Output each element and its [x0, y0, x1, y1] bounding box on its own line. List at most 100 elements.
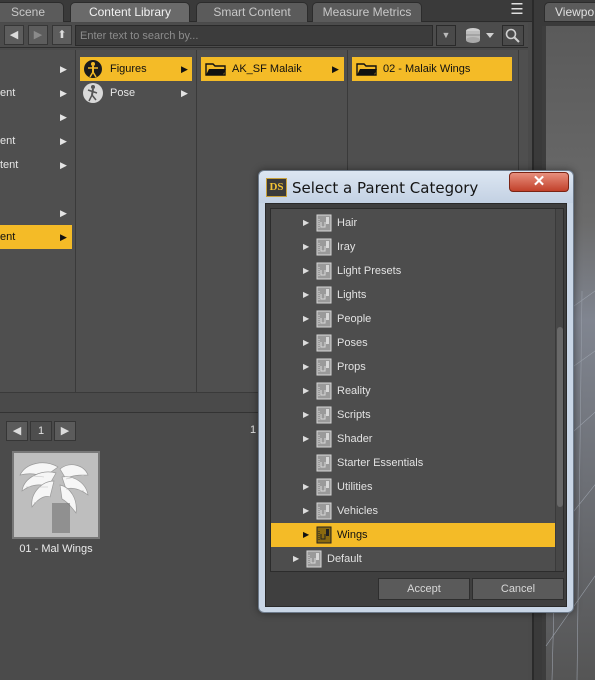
column1-item-selected[interactable]: ent ▶ [0, 225, 72, 249]
panel-menu-icon[interactable]: ☰ [507, 1, 527, 20]
tree-item-selected[interactable]: ▶ Wings [271, 523, 555, 547]
expand-arrow-icon[interactable]: ▶ [303, 235, 309, 259]
expand-arrow-icon[interactable]: ▶ [303, 355, 309, 379]
expand-arrow-icon[interactable]: ▶ [303, 283, 309, 307]
column2-item-figures[interactable]: Figures ▶ [80, 57, 192, 81]
folder-icon [205, 63, 226, 76]
search-history-dropdown[interactable]: ▼ [436, 25, 456, 46]
column3-item-label: AK_SF Malaik [232, 63, 302, 75]
dialog-titlebar[interactable]: DS Select a Parent Category ✕ [259, 171, 573, 203]
category-icon [316, 382, 332, 400]
browser-column-1: ▶ ent ▶ ▶ ent ▶ tent ▶ ▶ ent ▶ [0, 50, 76, 400]
previous-page-icon[interactable]: ◀ [6, 421, 28, 441]
tab-scene[interactable]: Scene [0, 2, 64, 22]
search-icon[interactable] [502, 25, 524, 46]
tree-item[interactable]: ▶ Iray [271, 235, 555, 259]
panel-tab-bar: Scene Content Library Smart Content Meas… [0, 0, 532, 22]
cancel-button[interactable]: Cancel [472, 578, 564, 600]
next-page-icon[interactable]: ▶ [54, 421, 76, 441]
column1-item[interactable]: ent ▶ [0, 129, 72, 153]
pose-icon [83, 83, 103, 103]
column1-item-label: tent [0, 159, 19, 171]
forward-arrow-icon[interactable]: ▶ [28, 25, 48, 45]
column1-item-label: ent [0, 231, 16, 243]
asset-thumbnail[interactable] [12, 451, 100, 539]
tree-item[interactable]: ▶ Vehicles [271, 499, 555, 523]
column1-item[interactable]: ent ▶ [0, 81, 72, 105]
close-icon[interactable]: ✕ [509, 172, 569, 192]
expand-arrow-icon[interactable]: ▶ [303, 331, 309, 355]
tree-item[interactable]: ▶ Hair [271, 211, 555, 235]
expand-arrow-icon[interactable]: ▶ [303, 211, 309, 235]
tab-smart-content[interactable]: Smart Content [196, 2, 308, 22]
tree-item-label: Wings [337, 529, 368, 541]
tree-item-label: Poses [337, 337, 368, 349]
column1-item[interactable]: ▶ [0, 201, 72, 225]
expand-arrow-icon[interactable]: ▶ [303, 259, 309, 283]
tree-item[interactable]: ▶ Light Presets [271, 259, 555, 283]
folder-icon [356, 63, 377, 76]
column2-item-label: Figures [110, 63, 147, 75]
category-icon [316, 478, 332, 496]
column1-item[interactable]: ▶ [0, 57, 72, 81]
tree-item[interactable]: ▶ Props [271, 355, 555, 379]
tree-item-label: People [337, 313, 372, 325]
page-number: 1 [30, 421, 52, 441]
search-input[interactable] [75, 25, 433, 46]
tree-item[interactable]: ▶ Reality [271, 379, 555, 403]
expand-arrow-icon[interactable]: ▶ [303, 499, 309, 523]
column4-item-label: 02 - Malaik Wings [383, 63, 471, 75]
expand-arrow-icon[interactable]: ▶ [303, 475, 309, 499]
tree-item[interactable]: ▶ Lights [271, 283, 555, 307]
tree-item-label: Default [327, 553, 362, 565]
category-icon [316, 454, 332, 472]
tree-item-label: Shader [337, 433, 373, 445]
go-up-icon[interactable]: ⬆ [52, 25, 72, 45]
category-icon [316, 430, 332, 448]
tree-item[interactable]: ▶ People [271, 307, 555, 331]
category-icon [316, 310, 332, 328]
tree-item[interactable]: ▶ Default [271, 547, 555, 571]
column2-item-label: Pose [110, 87, 136, 99]
category-icon [316, 526, 332, 544]
expand-arrow-icon[interactable]: ▶ [303, 427, 309, 451]
tab-content-library[interactable]: Content Library [70, 2, 190, 22]
tree-item[interactable]: Starter Essentials [271, 451, 555, 475]
dialog-body: ▶ Hair ▶ Iray ▶ Light Presets ▶ Lights ▶ People ▶ P… [265, 203, 567, 607]
expand-arrow-icon[interactable]: ▶ [303, 379, 309, 403]
tree-item[interactable]: ▶ Poses [271, 331, 555, 355]
expand-arrow-icon[interactable]: ▶ [303, 307, 309, 331]
column2-item-pose[interactable]: Pose ▶ [80, 81, 192, 105]
category-icon [306, 550, 322, 568]
expand-arrow-icon[interactable]: ▶ [293, 547, 299, 571]
content-library-toolbar: ◀ ▶ ⬆ ▼ [0, 23, 528, 48]
daz-studio-app-icon: DS [266, 178, 287, 197]
column1-item[interactable]: tent ▶ [0, 153, 72, 177]
tree-item-label: Reality [337, 385, 371, 397]
tab-viewport[interactable]: Viewpo [544, 2, 595, 22]
tree-item-label: Iray [337, 241, 356, 253]
column1-item-label: ent [0, 87, 16, 99]
tab-measure-metrics[interactable]: Measure Metrics [312, 2, 422, 22]
tree-item[interactable]: ▶ Shader [271, 427, 555, 451]
page-count: 1 [250, 424, 257, 436]
database-icon[interactable] [462, 25, 498, 46]
select-parent-category-dialog: DS Select a Parent Category ✕ ▶ Hair ▶ Iray… [258, 170, 574, 613]
asset-label: 01 - Mal Wings [19, 543, 93, 555]
category-tree[interactable]: ▶ Hair ▶ Iray ▶ Light Presets ▶ Lights ▶ People ▶ P… [270, 208, 564, 572]
expand-arrow-icon[interactable]: ▶ [303, 403, 309, 427]
back-arrow-icon[interactable]: ◀ [4, 25, 24, 45]
expand-arrow-icon[interactable]: ▶ [303, 523, 309, 547]
column1-item[interactable]: ▶ [0, 105, 72, 129]
column3-item-ak-sf-malaik[interactable]: AK_SF Malaik ▶ [201, 57, 344, 81]
column4-item-malaik-wings[interactable]: 02 - Malaik Wings [352, 57, 512, 81]
category-icon [316, 262, 332, 280]
browser-column-2: Figures ▶ Pose ▶ [77, 50, 197, 400]
tree-item[interactable]: ▶ Utilities [271, 475, 555, 499]
tree-scrollbar-thumb[interactable] [557, 327, 563, 507]
tree-item-label: Light Presets [337, 265, 402, 277]
tree-item-label: Starter Essentials [337, 457, 424, 469]
tree-item[interactable]: ▶ Scripts [271, 403, 555, 427]
tree-item-label: Lights [337, 289, 367, 301]
accept-button[interactable]: Accept [378, 578, 470, 600]
